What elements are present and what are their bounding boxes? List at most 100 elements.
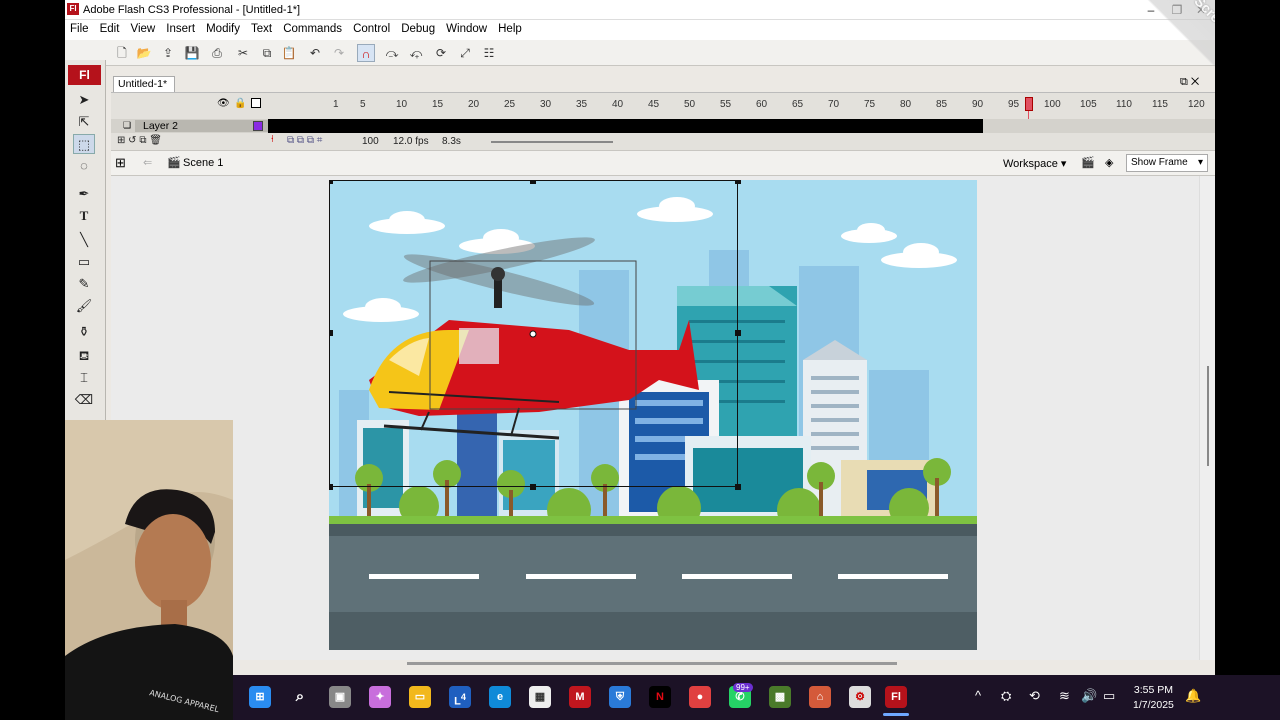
undo-icon[interactable]: ↶: [306, 44, 324, 62]
timeline-panel: 👁 🔒 1 5 10 15 20 25 30 35 40 45 50 55 60 65 70 75 80 85 90…: [111, 92, 1215, 150]
snap-magnet-icon[interactable]: ∩: [357, 44, 375, 62]
lock-icon[interactable]: 🔒: [234, 98, 246, 109]
stage-canvas[interactable]: [329, 180, 977, 650]
eye-icon[interactable]: 👁: [217, 98, 230, 109]
menu-commands[interactable]: Commands: [278, 20, 342, 35]
recorder-icon[interactable]: ●: [689, 686, 711, 708]
menu-help[interactable]: Help: [493, 20, 522, 35]
menu-debug[interactable]: Debug: [396, 20, 435, 35]
import-icon[interactable]: ⇪: [159, 44, 177, 62]
workspace-menu[interactable]: Workspace ▾: [1003, 157, 1066, 170]
new-file-icon[interactable]: 🗋: [113, 44, 131, 62]
mcafee-icon[interactable]: M: [569, 686, 591, 708]
menu-bar: File Edit View Insert Modify Text Comman…: [65, 20, 1215, 40]
copy-icon[interactable]: ⧉: [258, 44, 276, 62]
cut-icon[interactable]: ✂: [234, 44, 252, 62]
ruler-tick: 90: [972, 99, 984, 110]
edit-scene-icon[interactable]: 🎬: [1081, 156, 1095, 169]
menu-modify[interactable]: Modify: [201, 20, 240, 35]
back-arrow-icon[interactable]: ⇐: [143, 156, 152, 169]
webcam-overlay: ANALOG APPAREL: [65, 420, 233, 720]
tool-icon[interactable]: ⚙: [849, 686, 871, 708]
save-icon[interactable]: 💾: [183, 44, 201, 62]
tray-sync-icon[interactable]: ⟲: [1029, 688, 1040, 704]
add-layer-icon[interactable]: ⊞ ↺ ⧉ 🗑: [117, 135, 162, 146]
eraser-tool-icon[interactable]: ⌫: [73, 390, 95, 410]
edge-icon[interactable]: e: [489, 686, 511, 708]
horizontal-scrollbar[interactable]: [407, 662, 897, 665]
pen-tool-icon[interactable]: ✒: [73, 184, 95, 204]
redo-icon[interactable]: ↷: [330, 44, 348, 62]
security-icon[interactable]: ⛨: [609, 686, 631, 708]
vertical-scrollbar[interactable]: [1199, 176, 1215, 660]
tray-chevron-icon[interactable]: ^: [975, 688, 981, 703]
ruler-tick: 100: [1044, 99, 1061, 110]
ruler-tick: 70: [828, 99, 840, 110]
start-icon[interactable]: ⊞: [249, 686, 271, 708]
straighten-icon[interactable]: ⤽: [407, 44, 425, 62]
ink-bottle-tool-icon[interactable]: ⚱: [73, 322, 95, 342]
app-l-icon[interactable]: L4: [449, 686, 471, 708]
menu-text[interactable]: Text: [246, 20, 272, 35]
menu-control[interactable]: Control: [348, 20, 390, 35]
clock-time: 3:55 PM: [1133, 684, 1173, 696]
center-frame-icon[interactable]: ⍿: [271, 134, 274, 145]
menu-view[interactable]: View: [125, 20, 155, 35]
ruler-tick: 85: [936, 99, 948, 110]
lasso-tool-icon[interactable]: ◌: [73, 156, 95, 176]
ruler-tick: 60: [756, 99, 768, 110]
open-folder-icon[interactable]: 📂: [135, 44, 153, 62]
clock[interactable]: 3:55 PM 1/7/2025: [1133, 683, 1174, 713]
menu-window[interactable]: Window: [441, 20, 487, 35]
copilot-icon[interactable]: ✦: [369, 686, 391, 708]
free-transform-tool-icon[interactable]: ⬚: [73, 134, 95, 154]
line-tool-icon[interactable]: ╲: [73, 230, 95, 250]
task-view-icon[interactable]: ▣: [329, 686, 351, 708]
text-tool-icon[interactable]: T: [73, 206, 95, 226]
zoom-select[interactable]: Show Frame ▾: [1126, 154, 1208, 172]
outline-icon[interactable]: [251, 98, 261, 108]
notification-bell-icon[interactable]: 🔔: [1185, 688, 1201, 704]
tray-app-icon[interactable]: ⛭: [1001, 688, 1011, 704]
document-tab[interactable]: Untitled-1*: [113, 76, 175, 92]
print-icon[interactable]: ⎙: [208, 44, 226, 62]
timeline-scrollbar[interactable]: [491, 141, 613, 143]
menu-edit[interactable]: Edit: [95, 20, 120, 35]
minecraft-icon[interactable]: ▩: [769, 686, 791, 708]
eyedropper-tool-icon[interactable]: ⌶: [73, 368, 95, 388]
layer-row[interactable]: ❏ Layer 2: [111, 119, 1215, 133]
rotate-icon[interactable]: ⟳: [432, 44, 450, 62]
flash-logo: Fl: [68, 65, 101, 85]
smooth-icon[interactable]: ⤼: [383, 44, 401, 62]
netflix-icon[interactable]: N: [649, 686, 671, 708]
edit-symbol-icon[interactable]: ◈: [1105, 156, 1113, 169]
game-icon[interactable]: ⌂: [809, 686, 831, 708]
search-icon[interactable]: ⌕: [289, 686, 311, 708]
ruler-tick: 105: [1080, 99, 1097, 110]
scene-name[interactable]: Scene 1: [183, 157, 223, 169]
flash-taskbar-icon[interactable]: Fl: [885, 686, 907, 708]
paint-bucket-tool-icon[interactable]: ⛾: [73, 346, 95, 366]
file-explorer-icon[interactable]: ▭: [409, 686, 431, 708]
pencil-tool-icon[interactable]: ✎: [73, 274, 95, 294]
volume-icon[interactable]: 🔊: [1081, 688, 1097, 704]
current-frame: 100: [362, 136, 379, 147]
selection-tool-icon[interactable]: ➤: [73, 90, 95, 110]
playhead[interactable]: [1025, 97, 1033, 111]
onion-skin-icons[interactable]: ⧉ ⧉ ⧉ ⌗: [287, 135, 322, 146]
battery-icon[interactable]: ▭: [1103, 688, 1115, 704]
ruler-tick: 45: [648, 99, 660, 110]
subselection-tool-icon[interactable]: ⇱: [73, 112, 95, 132]
menu-insert[interactable]: Insert: [161, 20, 195, 35]
edit-bar: ⊞ ⇐ 🎬 Scene 1 Workspace ▾ 🎬 ◈ Show Frame…: [111, 150, 1215, 176]
align-icon[interactable]: ☷: [480, 44, 498, 62]
store-icon[interactable]: ▦: [529, 686, 551, 708]
rectangle-tool-icon[interactable]: ▭: [73, 252, 95, 272]
paste-icon[interactable]: 📋: [280, 44, 298, 62]
wifi-icon[interactable]: ≋: [1059, 688, 1070, 704]
brush-tool-icon[interactable]: 🖌: [73, 296, 95, 316]
layer-frames[interactable]: [268, 119, 983, 133]
scale-icon[interactable]: ⤢: [456, 44, 474, 62]
timeline-toggle-icon[interactable]: ⊞: [115, 155, 126, 171]
menu-file[interactable]: File: [65, 20, 89, 35]
